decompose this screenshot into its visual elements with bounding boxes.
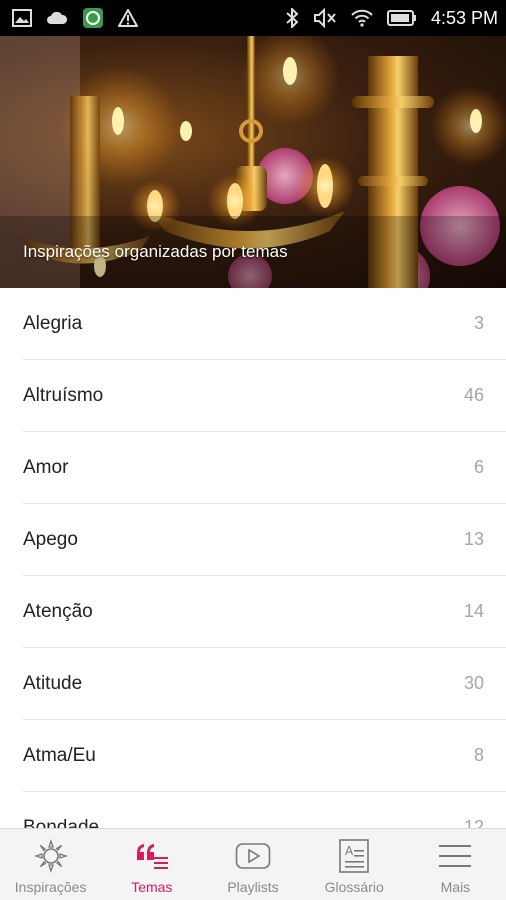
- theme-name: Amor: [23, 456, 69, 478]
- list-item[interactable]: Amor 6: [23, 432, 506, 504]
- theme-name: Atitude: [23, 672, 83, 694]
- list-item[interactable]: Atenção 14: [23, 576, 506, 648]
- theme-name: Atenção: [23, 600, 93, 622]
- theme-list[interactable]: Alegria 3 Altruísmo 46 Amor 6 Apego 13 A…: [0, 288, 506, 828]
- nav-label: Playlists: [227, 879, 279, 895]
- theme-name: Atma/Eu: [23, 744, 96, 766]
- nav-label: Temas: [131, 879, 173, 895]
- hero-caption: Inspirações organizadas por temas: [23, 242, 288, 261]
- cloud-icon: [46, 10, 68, 26]
- status-left: [12, 7, 138, 29]
- list-item[interactable]: Atma/Eu 8: [23, 720, 506, 792]
- theme-name: Bondade: [23, 816, 100, 829]
- theme-count: 14: [463, 601, 484, 621]
- list-item[interactable]: Bondade 12: [23, 792, 506, 829]
- list-item[interactable]: Alegria 3: [23, 288, 506, 360]
- battery-icon: [386, 9, 417, 27]
- nav-mais[interactable]: Mais: [405, 829, 506, 900]
- glossary-icon: A: [338, 839, 370, 873]
- theme-count: 13: [463, 529, 484, 549]
- nav-playlists[interactable]: Playlists: [202, 829, 303, 900]
- bluetooth-icon: [285, 8, 299, 28]
- theme-count: 30: [463, 673, 484, 693]
- theme-name: Altruísmo: [23, 384, 104, 406]
- theme-name: Apego: [23, 528, 78, 550]
- status-right: 4:53 PM: [285, 8, 498, 29]
- theme-count: 6: [473, 457, 484, 477]
- theme-count: 46: [463, 385, 484, 405]
- sun-icon: [33, 839, 68, 873]
- nav-label: Inspirações: [14, 879, 87, 895]
- play-icon: [235, 839, 271, 873]
- list-item[interactable]: Apego 13: [23, 504, 506, 576]
- warning-icon: [118, 9, 138, 27]
- hero-banner: Inspirações organizadas por temas: [0, 36, 506, 288]
- theme-name: Alegria: [23, 312, 83, 334]
- bottom-nav: Inspirações Temas Playlists A Glossário …: [0, 828, 506, 900]
- wifi-icon: [351, 9, 373, 27]
- list-item[interactable]: Atitude 30: [23, 648, 506, 720]
- status-bar: 4:53 PM: [0, 0, 506, 36]
- nav-label: Mais: [440, 879, 471, 895]
- quote-icon: [134, 839, 170, 873]
- menu-icon: [437, 839, 473, 873]
- theme-count: 3: [473, 313, 484, 333]
- theme-count: 8: [473, 745, 484, 765]
- nav-glossario[interactable]: A Glossário: [304, 829, 405, 900]
- theme-count: 12: [463, 817, 484, 828]
- mute-icon: [313, 8, 337, 28]
- list-item[interactable]: Altruísmo 46: [23, 360, 506, 432]
- status-time: 4:53 PM: [430, 7, 498, 28]
- svg-text:A: A: [345, 844, 354, 858]
- nav-inspiracoes[interactable]: Inspirações: [0, 829, 101, 900]
- nav-label: Glossário: [324, 879, 384, 895]
- nav-temas[interactable]: Temas: [101, 829, 202, 900]
- app-icon: [82, 7, 104, 29]
- image-icon: [12, 9, 32, 27]
